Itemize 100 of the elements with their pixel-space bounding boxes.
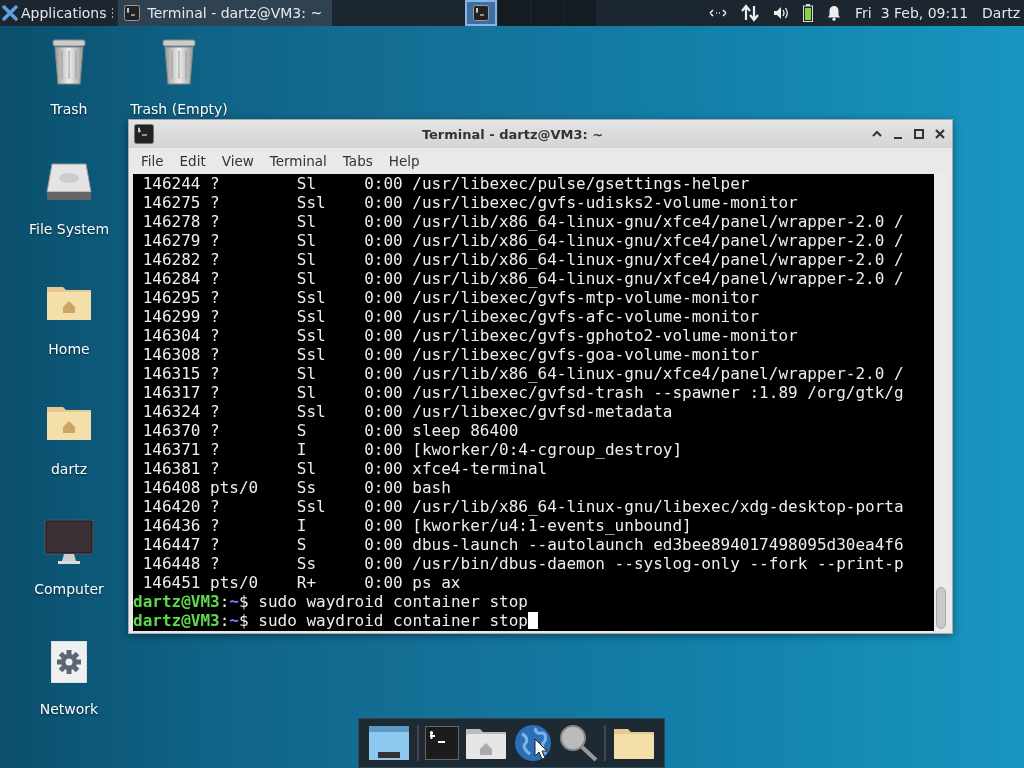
process-id: 146304 — [142, 326, 201, 345]
process-id: 146275 — [142, 193, 201, 212]
cpu-time: 0:00 — [364, 307, 403, 326]
tty-cell: ? — [210, 269, 220, 288]
show-desktop-icon[interactable] — [368, 725, 411, 761]
prompt-path: ~ — [229, 592, 239, 611]
tty-cell: ? — [210, 535, 220, 554]
panel-handle-icon — [110, 7, 114, 19]
tty-cell: ? — [210, 364, 220, 383]
network-arrows-icon[interactable] — [709, 7, 728, 19]
user-name[interactable]: Dartz — [982, 5, 1020, 21]
menu-item[interactable]: File — [133, 153, 172, 169]
command-text: sudo waydroid container stop — [257, 592, 528, 611]
process-id: 146278 — [142, 212, 201, 231]
tty-cell: ? — [210, 212, 220, 231]
process-id: 146447 — [142, 535, 201, 554]
tty-cell: ? — [210, 459, 220, 478]
tty-cell: ? — [210, 231, 220, 250]
status-cell: Sl — [296, 231, 316, 250]
desktop-icon-label[interactable]: Home — [48, 341, 90, 357]
process-id: 146279 — [142, 231, 201, 250]
command-text: /usr/lib/x86_64-linux-gnu/xfce4/panel/wrapper-2.0 / — [412, 212, 904, 231]
mouse-pointer-icon — [533, 738, 548, 760]
desktop-icon-label[interactable]: File System — [28, 221, 110, 237]
status-cell: Ssl — [296, 326, 326, 345]
status-cell: I — [296, 440, 307, 459]
menu-item[interactable]: View — [213, 153, 262, 169]
folder-icon[interactable] — [612, 726, 655, 760]
process-id: 146420 — [142, 497, 201, 516]
tty-cell: ? — [210, 288, 220, 307]
trash-icon — [51, 38, 87, 85]
tty-cell: pts/0 — [210, 573, 259, 592]
cpu-time: 0:00 — [364, 478, 403, 497]
command-text: /usr/libexec/pulse/gsettings-helper — [412, 174, 750, 193]
terminal-icon[interactable] — [424, 726, 459, 760]
prompt-separator: : — [219, 592, 230, 611]
cpu-time: 0:00 — [364, 440, 403, 459]
desktop-icon-label[interactable]: Network — [39, 701, 99, 717]
status-cell: S — [296, 535, 307, 554]
desktop-icon-label[interactable]: Trash — [50, 101, 88, 117]
menu-item[interactable]: Terminal — [261, 153, 335, 169]
tty-cell: ? — [210, 326, 220, 345]
menu-item[interactable]: Tabs — [334, 153, 381, 169]
bell-icon[interactable] — [827, 5, 842, 21]
status-cell: Ssl — [296, 345, 326, 364]
cpu-time: 0:00 — [364, 212, 403, 231]
applications-menu-button[interactable]: Applications — [2, 5, 111, 21]
process-id: 146381 — [142, 459, 201, 478]
volume-icon[interactable] — [773, 6, 790, 20]
close-button[interactable] — [934, 128, 946, 140]
clock-text[interactable]: Fri 3 Feb, 09:11 — [855, 5, 969, 21]
monitor-icon — [44, 518, 94, 565]
command-text: /usr/lib/x86_64-linux-gnu/xfce4/panel/wrapper-2.0 / — [412, 269, 904, 288]
process-id: 146371 — [142, 440, 201, 459]
workspace-button[interactable] — [464, 0, 497, 26]
trash-icon — [161, 38, 197, 85]
command-text: /usr/bin/dbus-daemon --syslog-only --fork --print-p — [412, 554, 904, 573]
process-id: 146284 — [142, 269, 201, 288]
tty-cell: ? — [210, 250, 220, 269]
menu-item[interactable]: Help — [380, 153, 428, 169]
maximize-button[interactable] — [913, 128, 925, 140]
cpu-time: 0:00 — [364, 326, 403, 345]
home-folder-icon[interactable] — [465, 726, 508, 760]
command-text: sudo waydroid container stop — [257, 611, 528, 630]
command-text: /usr/libexec/gvfs-udisks2-volume-monitor — [412, 193, 798, 212]
command-text: /usr/libexec/gvfsd-trash --spawner :1.89 /org/gtk/g — [412, 383, 904, 402]
command-text: /usr/lib/x86_64-linux-gnu/xfce4/panel/wrapper-2.0 / — [412, 250, 904, 269]
battery-icon[interactable] — [803, 4, 814, 22]
command-text: [kworker/0:4-cgroup_destroy] — [412, 440, 683, 459]
command-text: xfce4-terminal — [412, 459, 548, 478]
tty-cell: ? — [210, 345, 220, 364]
desktop-icon-label[interactable]: Trash (Empty) — [130, 101, 228, 117]
desktop-icon-label[interactable]: dartz — [50, 461, 88, 477]
dock-separator — [416, 725, 419, 761]
terminal-icon — [123, 5, 140, 21]
tty-cell: ? — [210, 421, 220, 440]
tty-cell: ? — [210, 440, 220, 459]
gear-icon — [51, 640, 87, 683]
scrollbar-thumb[interactable] — [936, 587, 946, 629]
prompt-symbol: $ — [239, 592, 249, 611]
desktop-icon-label[interactable]: Computer — [34, 581, 104, 597]
dock-separator — [604, 725, 607, 761]
command-text: dbus-launch --autolaunch ed3bee894017498095d30ea4f6 — [412, 535, 904, 554]
tty-cell: ? — [210, 174, 220, 193]
menu-item[interactable]: Edit — [171, 153, 214, 169]
taskbar-button[interactable]: Terminal - dartz@VM3: ~ — [117, 0, 333, 26]
process-id: 146299 — [142, 307, 201, 326]
cpu-time: 0:00 — [364, 402, 403, 421]
prompt-separator: : — [219, 611, 230, 630]
cpu-time: 0:00 — [364, 516, 403, 535]
process-id: 146448 — [142, 554, 201, 573]
terminal-icon — [472, 5, 489, 21]
transfer-arrows-icon[interactable] — [741, 4, 760, 22]
command-text: /usr/lib/x86_64-linux-gnu/libexec/xdg-desktop-porta — [412, 497, 904, 516]
cpu-time: 0:00 — [364, 421, 403, 440]
status-cell: Sl — [296, 269, 316, 288]
terminal-icon[interactable] — [134, 124, 154, 144]
search-icon[interactable] — [558, 724, 599, 762]
command-text: [kworker/u4:1-events_unbound] — [412, 516, 692, 535]
cpu-time: 0:00 — [364, 497, 403, 516]
